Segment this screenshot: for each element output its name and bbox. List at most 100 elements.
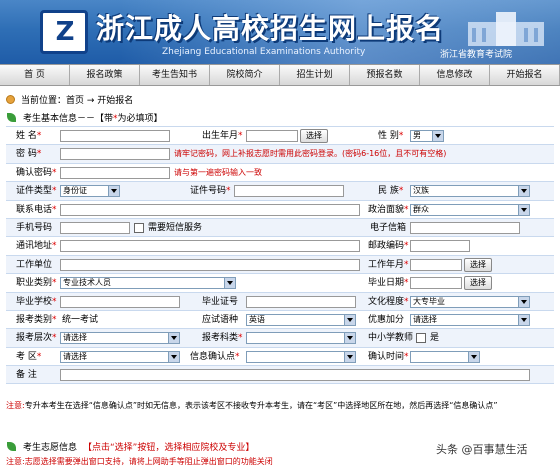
chevron-down-icon — [521, 207, 527, 212]
area-label: 考 区* — [16, 348, 41, 366]
subject-select[interactable] — [246, 332, 356, 345]
bonus-value: 请选择 — [413, 314, 437, 324]
nav-modify[interactable]: 信息修改 — [420, 65, 490, 85]
email-input[interactable] — [410, 221, 520, 234]
remark-input[interactable] — [60, 369, 530, 382]
req-star: * — [398, 186, 404, 197]
phone-input[interactable] — [60, 203, 360, 216]
nav-plan[interactable]: 招生计划 — [280, 65, 350, 85]
birth-label: 出生年月* — [202, 127, 243, 145]
password-input[interactable] — [60, 148, 170, 161]
req-star: * — [52, 314, 57, 325]
edu-label: 文化程度* — [368, 293, 409, 311]
job-value: 专业技术人员 — [63, 278, 111, 288]
lang-select[interactable]: 英语 — [246, 313, 356, 326]
mobile-input[interactable] — [60, 221, 130, 234]
row-confirm: 确认密码* 请与第一遍密码输入一致 — [6, 164, 554, 183]
idno-input[interactable] — [234, 185, 344, 198]
chevron-down-icon — [521, 317, 527, 322]
idtype-label-text: 证件类型 — [16, 186, 53, 197]
workyear-select-button[interactable]: 选择 — [464, 257, 492, 272]
workyear-input[interactable] — [410, 258, 462, 271]
volunteer-hint: 【点击“选择”按钮，选择相应院校及专业】 — [83, 443, 255, 453]
nation-label-text: 民 族 — [378, 186, 399, 197]
chevron-down-icon — [171, 354, 177, 359]
nav-prereg[interactable]: 预报名数 — [350, 65, 420, 85]
chevron-down-icon — [521, 189, 527, 194]
req-star: * — [226, 186, 231, 197]
row-school: 毕业学校* 毕业证号 文化程度* 大专毕业 — [6, 292, 554, 311]
req-star: * — [52, 241, 57, 252]
watermark: 头条 @百事慧生活 — [432, 440, 532, 458]
req-star: * — [52, 186, 57, 197]
chevron-down-icon — [171, 336, 177, 341]
birth-select-button[interactable]: 选择 — [300, 129, 328, 143]
nav-notice[interactable]: 考生告知书 — [140, 65, 210, 85]
main-nav: 首 页 报名政策 考生告知书 院校简介 招生计划 预报名数 信息修改 开始报名 — [0, 64, 560, 86]
politics-select[interactable]: 群众 — [410, 203, 530, 216]
area-value: 请选择 — [63, 351, 87, 361]
idtype-select[interactable]: 身份证 — [60, 185, 120, 198]
nav-schools[interactable]: 院校简介 — [210, 65, 280, 85]
password-label: 密 码* — [16, 145, 41, 163]
edu-select[interactable]: 大专毕业 — [410, 295, 530, 308]
bonus-select[interactable]: 请选择 — [410, 313, 530, 326]
remark-label: 备 注 — [16, 370, 37, 381]
req-star: * — [52, 296, 57, 307]
nation-select[interactable]: 汉族 — [410, 185, 530, 198]
gradyear-select-button[interactable]: 选择 — [464, 276, 492, 291]
password-label-text: 密 码 — [16, 149, 37, 160]
password-hint: 请牢记密码，网上补报志愿时需用此密码登录。(密码6-16位，且不可有空格) — [174, 149, 447, 159]
row-company: 工作单位 工作年月* 选择 — [6, 255, 554, 275]
birth-input[interactable] — [246, 130, 298, 142]
section-title-start: 考生基本信息－－【带 — [23, 114, 114, 124]
politics-label: 政治面貌* — [368, 201, 409, 219]
name-input[interactable] — [60, 130, 170, 142]
notice-body: 专升本考生在选择“信息确认点”时如无信息，表示该考区不接收专升本考生，请在“考区… — [24, 401, 498, 410]
gender-select[interactable]: 男 — [410, 130, 444, 142]
confirm-input[interactable] — [60, 166, 170, 179]
idno-label: 证件号码* — [190, 182, 231, 200]
sms-checkbox[interactable] — [134, 222, 144, 233]
job-select[interactable]: 专业技术人员 — [60, 277, 236, 290]
area-label-text: 考 区 — [16, 351, 37, 362]
confirm-time-select[interactable] — [410, 350, 480, 363]
site-subtitle: Zhejiang Educational Examinations Author… — [162, 47, 366, 57]
school-input[interactable] — [60, 295, 180, 308]
address-input[interactable] — [60, 240, 360, 253]
zip-input[interactable] — [410, 240, 470, 253]
breadcrumb-text: 当前位置：首页 → 开始报名 — [21, 96, 134, 106]
category-label-text: 报考类别 — [16, 314, 53, 325]
nav-policy[interactable]: 报名政策 — [70, 65, 140, 85]
chevron-down-icon — [347, 336, 353, 341]
teacher-value: 是 — [430, 333, 440, 344]
nav-register[interactable]: 开始报名 — [490, 65, 560, 85]
nav-home[interactable]: 首 页 — [0, 65, 70, 85]
address-label-text: 通讯地址 — [16, 241, 53, 252]
school-label-text: 毕业学校 — [16, 296, 53, 307]
idno-label-text: 证件号码 — [190, 186, 227, 197]
edu-value: 大专毕业 — [413, 296, 445, 306]
gradyear-input[interactable] — [410, 277, 462, 290]
row-level: 报考层次* 请选择 报考科类* 中小学教师 是 — [6, 329, 554, 348]
leaf-icon — [6, 112, 17, 123]
row-id: 证件类型* 身份证 证件号码* 民 族* 汉族 — [6, 182, 554, 201]
sms-label: 需要短信服务 — [148, 222, 203, 233]
area-select[interactable]: 请选择 — [60, 350, 180, 363]
confirm-point-select[interactable] — [246, 350, 356, 363]
level-select[interactable]: 请选择 — [60, 332, 180, 345]
cert-input[interactable] — [246, 295, 356, 308]
site-title: 浙江成人高校招生网上报名 — [96, 12, 445, 45]
company-input[interactable] — [60, 258, 360, 271]
nation-label: 民 族* — [378, 182, 403, 200]
building-icon — [468, 12, 544, 46]
idtype-value: 身份证 — [63, 186, 87, 196]
registration-form: 姓 名* 出生年月* 选择 性 别* 男 密 码* 请牢记密码，网上补报志愿时需… — [6, 126, 554, 385]
req-star: * — [404, 259, 409, 270]
req-star: * — [36, 351, 42, 362]
nation-value: 汉族 — [413, 186, 429, 196]
phone-label: 联系电话* — [16, 201, 57, 219]
teacher-checkbox[interactable] — [416, 333, 426, 344]
politics-label-text: 政治面貌 — [368, 204, 405, 215]
gender-value: 男 — [413, 131, 421, 140]
